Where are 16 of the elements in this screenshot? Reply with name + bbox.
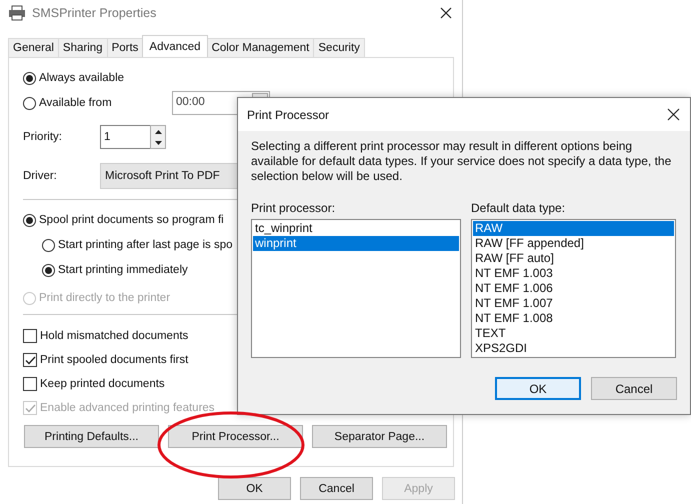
list-label: Print processor:	[251, 201, 336, 215]
radio-label: Available from	[39, 97, 113, 109]
description-text: Selecting a different print processor may result in different options being available for default data types. If your service does not specify a data type, the selection below will be used.	[251, 139, 672, 184]
radio-label: Print directly to the printer	[39, 292, 170, 304]
radio-label: Spool print documents so program fi	[39, 214, 224, 226]
radio-label: Start printing after last page is spo	[58, 239, 233, 251]
priority-label: Priority:	[23, 131, 63, 143]
driver-label: Driver:	[23, 170, 58, 182]
list-label: Default data type:	[471, 201, 566, 215]
checkbox-label: Print spooled documents first	[40, 354, 188, 366]
checkbox-label: Hold mismatched documents	[40, 330, 188, 342]
checkbox-label: Keep printed documents	[40, 378, 165, 390]
checkbox-label: Enable advanced printing features	[40, 402, 215, 414]
radio-label: Always available	[39, 72, 124, 84]
radio-label: Start printing immediately	[58, 264, 188, 276]
window-title: SMSPrinter Properties	[32, 6, 158, 20]
